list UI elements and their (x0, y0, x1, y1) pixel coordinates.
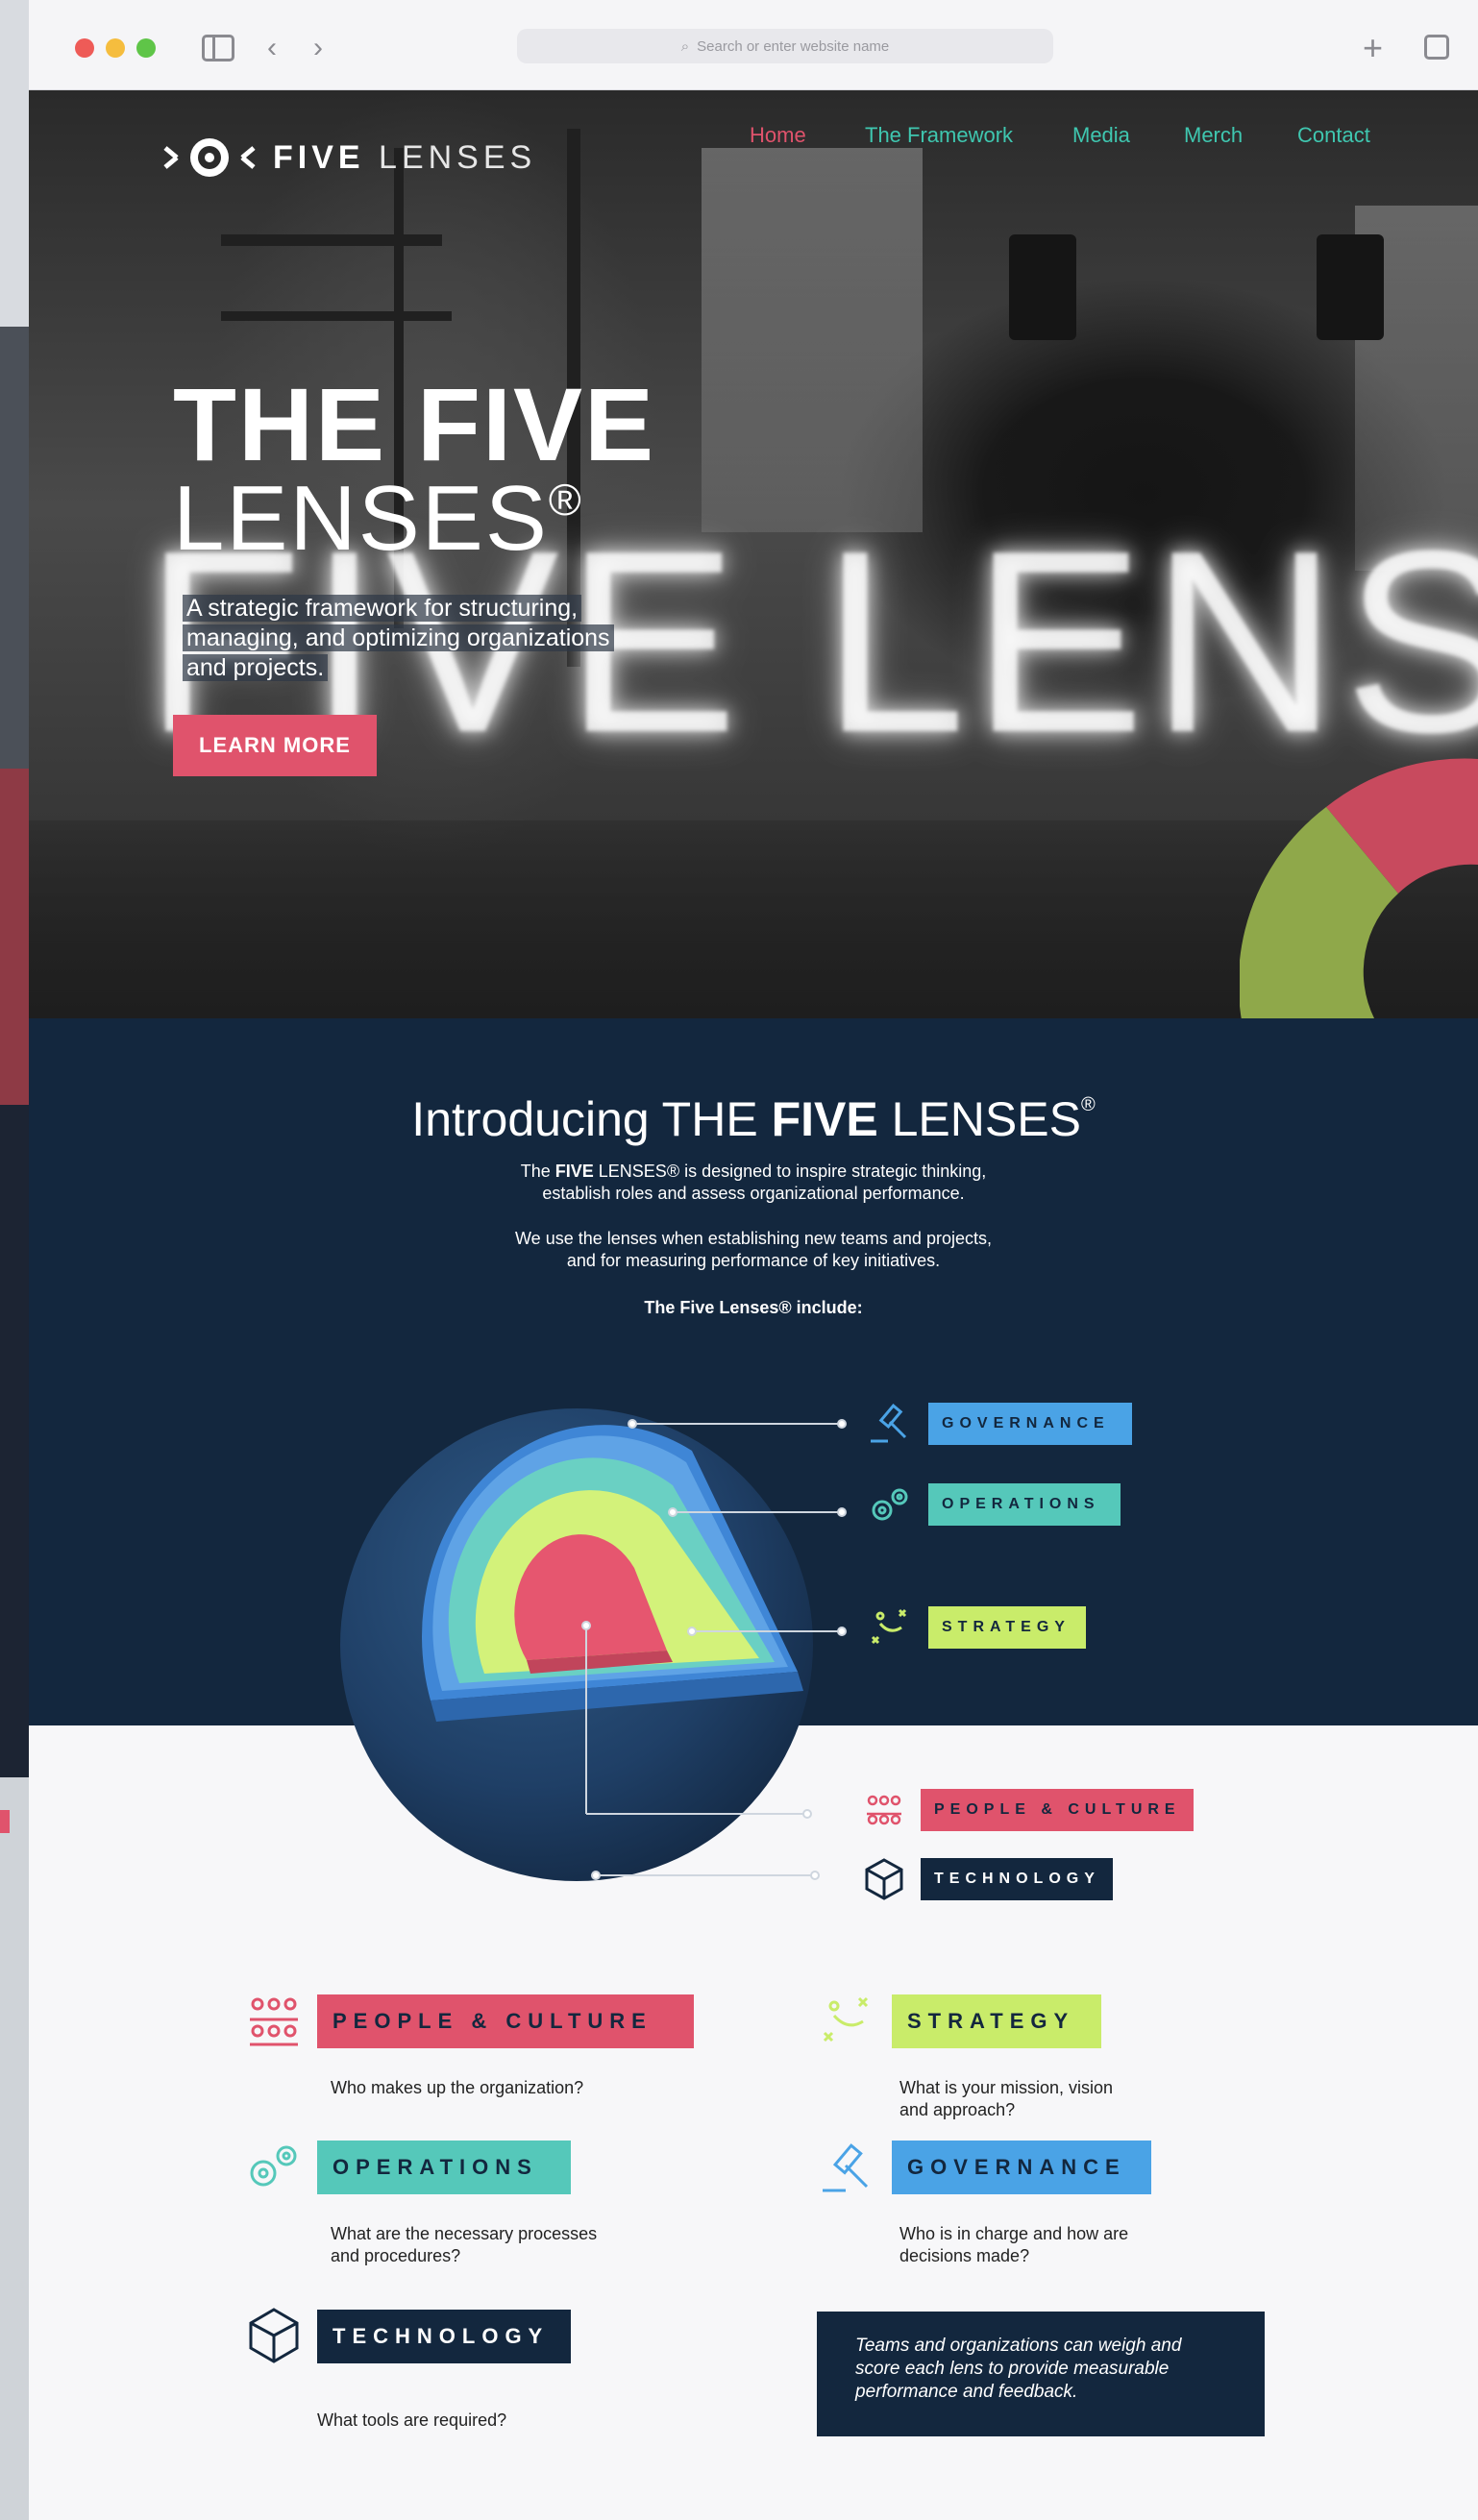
hero-photo-shelf (221, 234, 442, 246)
intro-title: Introducing THE FIVE LENSES® (29, 1091, 1478, 1147)
diagram-tag-technology: TECHNOLOGY (921, 1858, 1113, 1900)
scoring-note-box: Teams and organizations can weigh and sc… (817, 2312, 1265, 2436)
diagram-tag-operations: OPERATIONS (928, 1483, 1121, 1526)
hero-title-line1: THE FIVE (173, 366, 656, 482)
gavel-icon (871, 1404, 907, 1443)
intro-paragraph-1: The FIVE LENSES® is designed to inspire … (29, 1161, 1478, 1205)
lens-question-operations: What are the necessary processes and pro… (331, 2223, 696, 2267)
hero-photo-window (702, 148, 923, 532)
intro-lenses-heading: The Five Lenses® include: (644, 1298, 863, 1317)
lens-question-strategy-line2: and approach? (899, 2100, 1016, 2119)
forward-arrow-icon[interactable]: › (313, 29, 323, 67)
lens-question-operations-line1: What are the necessary processes (331, 2224, 598, 2243)
strategy-play-icon (823, 1996, 869, 2043)
registered-mark: ® (1080, 1094, 1096, 1115)
diagram-tag-strategy: STRATEGY (928, 1606, 1086, 1649)
main-nav: Home The Framework Media Merch Contact (0, 123, 1478, 152)
new-tab-icon[interactable]: + (1363, 29, 1383, 67)
intro-p2-line1: We use the lenses when establishing new … (515, 1229, 992, 1248)
lens-question-technology: What tools are required? (317, 2410, 507, 2430)
lens-question-people-culture: Who makes up the organization? (331, 2078, 584, 2097)
intro-p2-line2: and for measuring performance of key ini… (566, 1251, 941, 1270)
nav-contact[interactable]: Contact (1297, 123, 1370, 148)
sidebar-toggle-icon[interactable] (202, 35, 234, 61)
lens-question-strategy-line1: What is your mission, vision (899, 2078, 1114, 2097)
intro-section: Introducing THE FIVE LENSES® The FIVE LE… (29, 1018, 1478, 1725)
scoring-note-line3: performance and feedback. (855, 2382, 1078, 2402)
intro-p1-post: LENSES® is designed to inspire strategic… (593, 1162, 987, 1181)
nav-media[interactable]: Media (1072, 123, 1130, 148)
gears-icon (872, 1488, 908, 1521)
lens-tag-strategy: STRATEGY (892, 1994, 1101, 2048)
intro-p1-line2: establish roles and assess organizationa… (542, 1184, 965, 1203)
background-window-strip (0, 0, 29, 2520)
nav-the-framework[interactable]: The Framework (865, 123, 1013, 148)
hero-subtitle-text: A strategic framework for structuring, m… (183, 595, 614, 681)
registered-mark: ® (548, 475, 583, 525)
gears-icon (250, 2145, 297, 2187)
hero-title-line2: LENSES® (173, 473, 655, 565)
lens-question-governance-line1: Who is in charge and how are (899, 2224, 1129, 2243)
intro-p1-bold: FIVE (554, 1162, 594, 1181)
scoring-note-line2: score each lens to provide measurable (855, 2359, 1170, 2379)
lens-question-operations-line2: and procedures? (331, 2246, 461, 2265)
intro-p1-pre: The (520, 1162, 555, 1181)
scoring-note-line1: Teams and organizations can weigh and (855, 2336, 1182, 2356)
hero-photo-speaker (1009, 234, 1076, 340)
hero-title: THE FIVE LENSES® (173, 373, 655, 565)
close-window-button[interactable] (75, 38, 94, 58)
search-icon: ⌕ (680, 37, 690, 55)
browser-toolbar: ‹ › ⌕ Search or enter website name + (29, 0, 1478, 90)
hero-subtitle: A strategic framework for structuring, m… (183, 594, 644, 683)
zoom-window-button[interactable] (136, 38, 156, 58)
diagram-tag-governance: GOVERNANCE (928, 1403, 1132, 1445)
hero-title-word: LENSES (173, 467, 549, 570)
minimize-window-button[interactable] (106, 38, 125, 58)
lens-tag-governance: GOVERNANCE (892, 2141, 1151, 2194)
lens-question-governance-line2: decisions made? (899, 2246, 1030, 2265)
background-fragment (0, 1810, 10, 1833)
intro-title-prefix: Introducing THE (411, 1092, 772, 1146)
intro-p1-line1: The FIVE LENSES® is designed to inspire … (29, 1161, 1478, 1183)
lens-tag-technology: TECHNOLOGY (317, 2310, 571, 2363)
strategy-play-icon (871, 1608, 907, 1645)
tab-overview-icon[interactable] (1424, 35, 1449, 60)
intro-title-bold: FIVE (771, 1092, 878, 1146)
intro-paragraph-2: We use the lenses when establishing new … (29, 1228, 1478, 1272)
back-arrow-icon[interactable]: ‹ (267, 29, 277, 67)
hero-photo-speaker (1317, 234, 1384, 340)
lens-question-governance: Who is in charge and how are decisions m… (899, 2223, 1188, 2267)
screenshot-root: { "browser": { "address_placeholder": "S… (0, 0, 1478, 2520)
people-group-icon (250, 1997, 298, 2046)
gavel-icon (823, 2143, 869, 2192)
learn-more-button[interactable]: LEARN MORE (173, 715, 377, 776)
intro-title-suffix: LENSES (877, 1092, 1081, 1146)
address-placeholder: Search or enter website name (697, 37, 890, 55)
people-group-icon (867, 1795, 901, 1825)
cube-network-icon (865, 1858, 903, 1900)
lens-tag-people-culture: PEOPLE & CULTURE (317, 1994, 694, 2048)
hero-photo-shelf (221, 311, 452, 321)
diagram-tag-people-culture: PEOPLE & CULTURE (921, 1789, 1194, 1831)
nav-merch[interactable]: Merch (1184, 123, 1243, 148)
lens-tag-operations: OPERATIONS (317, 2141, 571, 2194)
lens-question-strategy: What is your mission, vision and approac… (899, 2077, 1169, 2121)
nav-home[interactable]: Home (750, 123, 806, 148)
cube-network-icon (249, 2308, 299, 2363)
address-bar[interactable]: ⌕ Search or enter website name (517, 29, 1053, 63)
